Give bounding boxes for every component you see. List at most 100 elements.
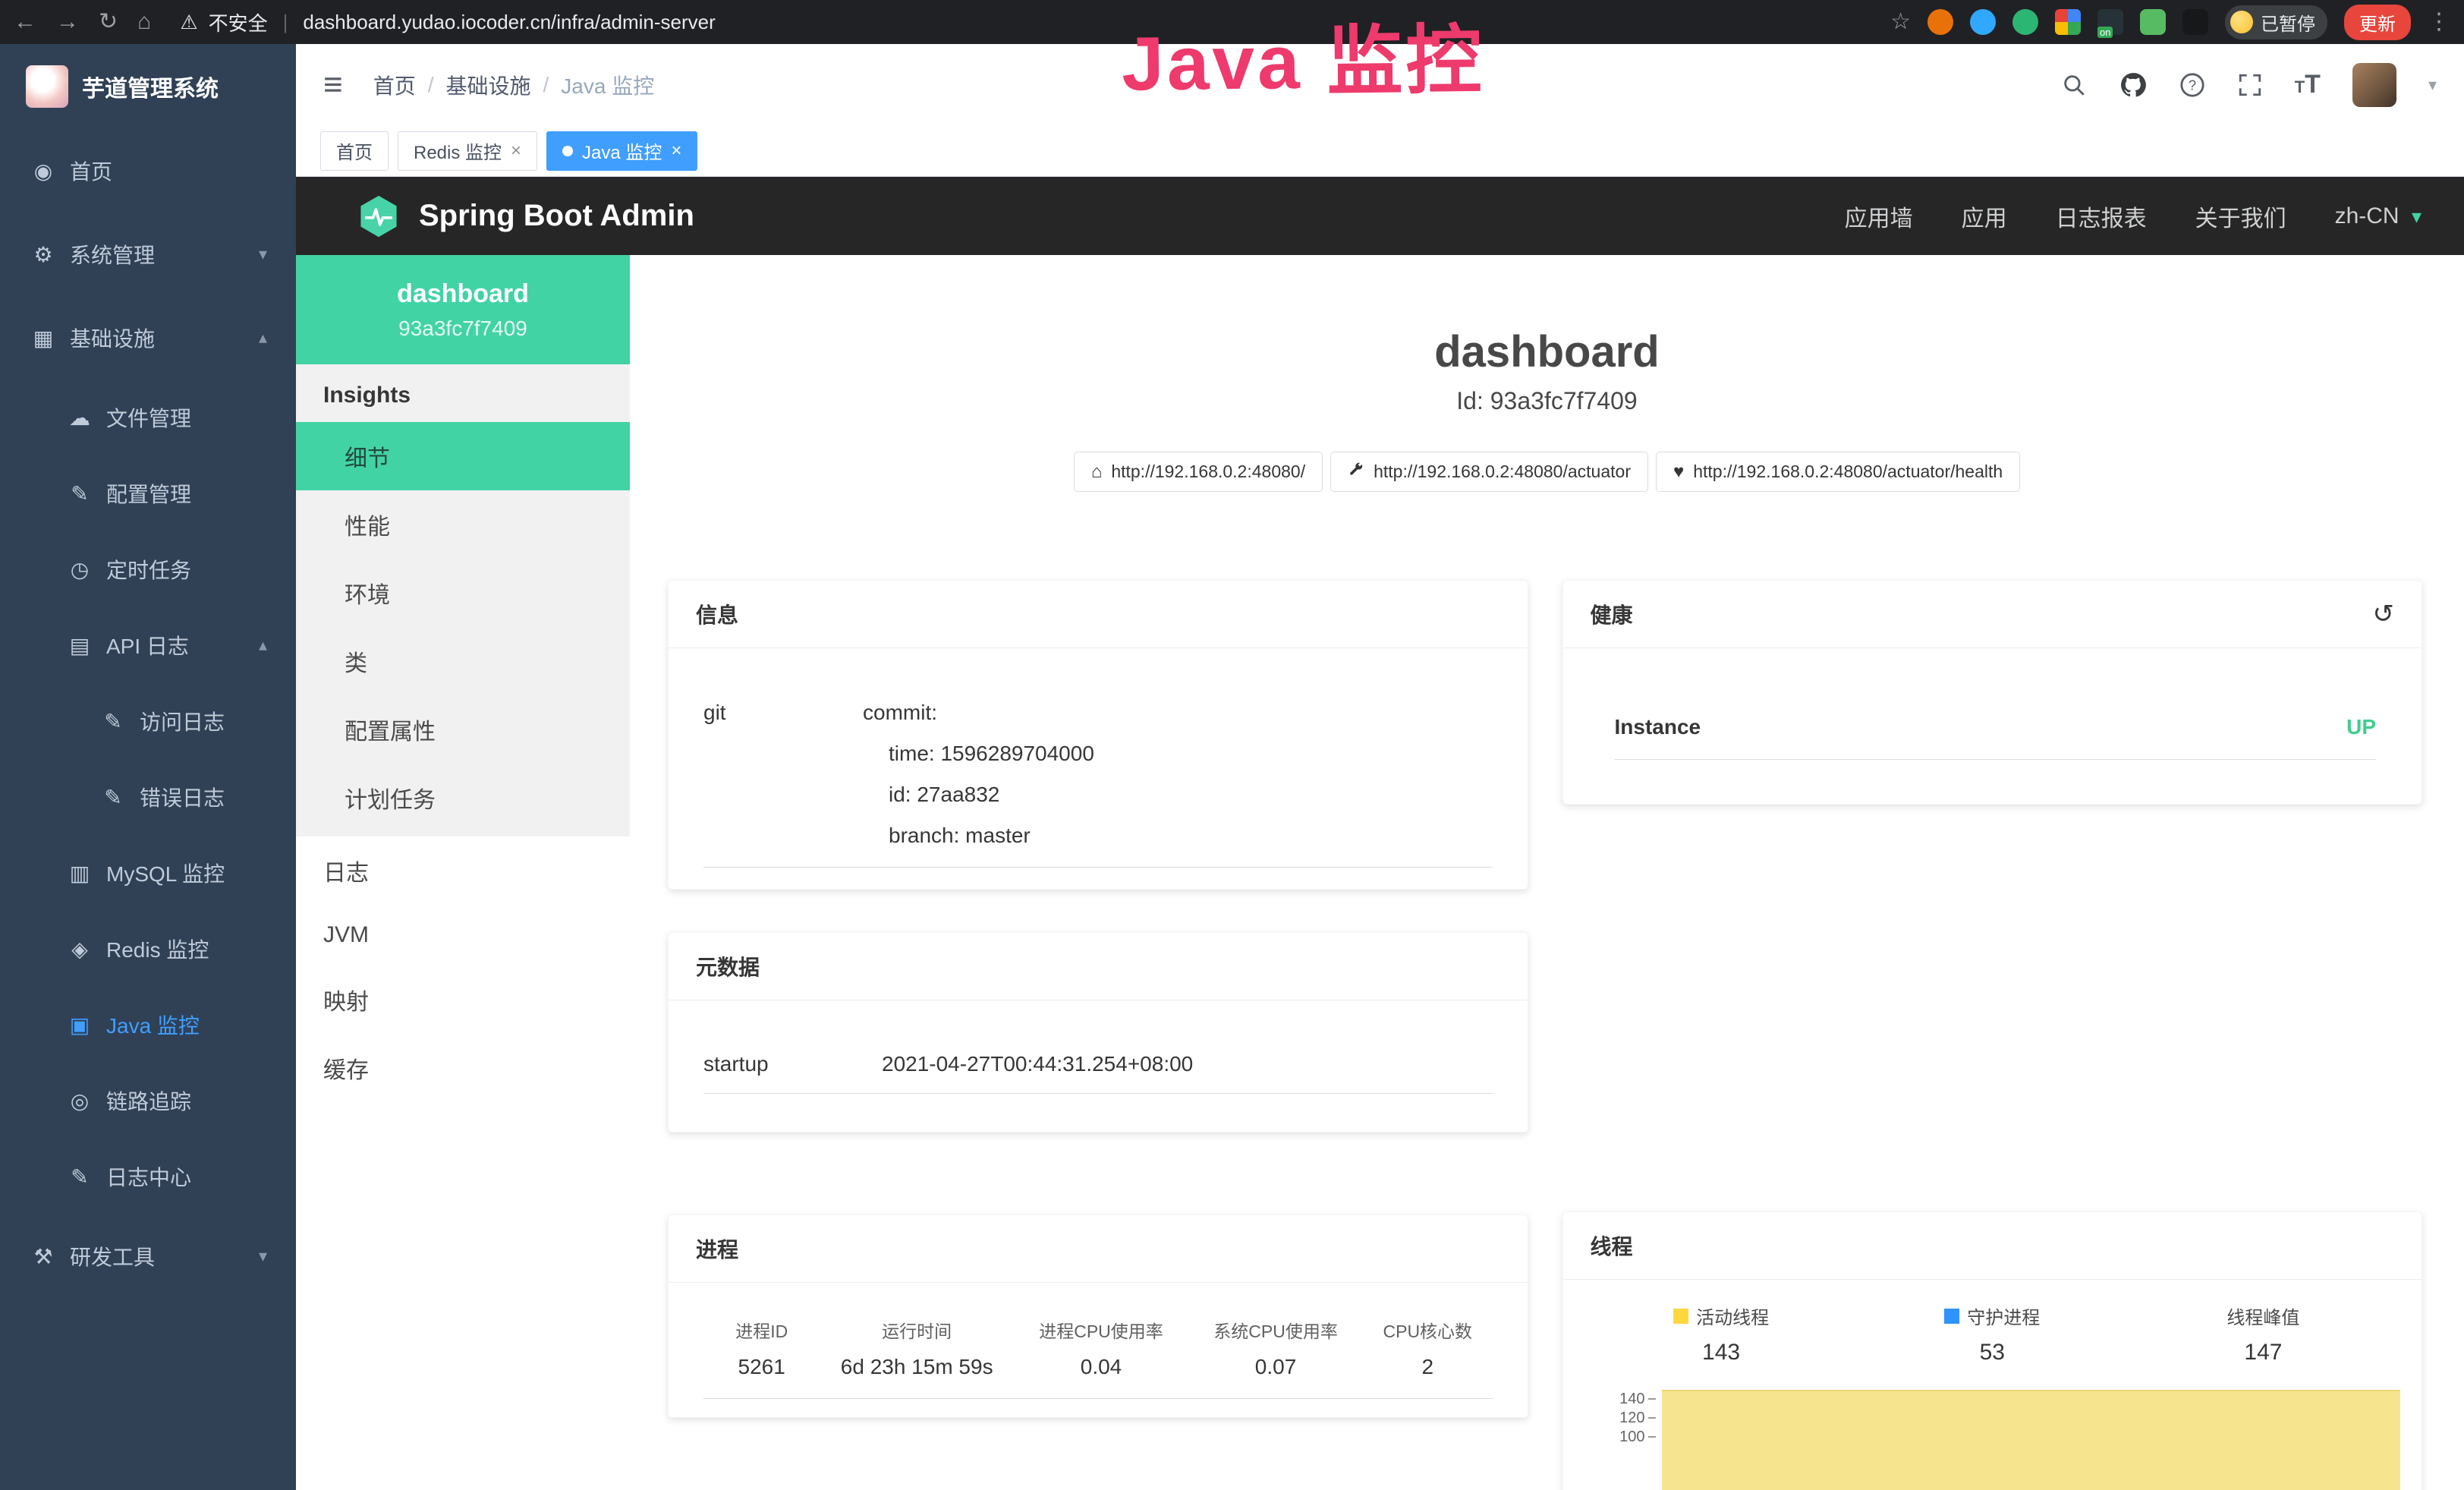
sidebar-item-tracing[interactable]: ◎ 链路追踪	[0, 1063, 296, 1139]
sidebar-item-scheduled-jobs[interactable]: ◷ 定时任务	[0, 531, 296, 607]
chevron-down-icon: ▾	[259, 1246, 267, 1266]
sidebar-item-access-logs[interactable]: ✎ 访问日志	[0, 683, 296, 759]
actuator-url-link[interactable]: http://192.168.0.2:48080/actuator	[1330, 452, 1648, 492]
sba-nav-about[interactable]: 关于我们	[2195, 200, 2286, 233]
security-label[interactable]: 不安全	[209, 8, 268, 36]
help-icon[interactable]: ?	[2179, 72, 2205, 98]
extension-icon-leaf[interactable]	[2140, 9, 2166, 35]
sba-item-metrics[interactable]: 性能	[296, 490, 630, 559]
reload-icon[interactable]: ↻	[99, 11, 118, 33]
sba-item-logs[interactable]: 日志	[296, 836, 630, 905]
threads-legend: 活动线程 143 守护进程	[1563, 1280, 2422, 1375]
url-text[interactable]: dashboard.yudao.iocoder.cn/infra/admin-s…	[303, 11, 715, 34]
extension-icon-grid[interactable]	[2055, 9, 2081, 35]
extension-icon-dark[interactable]	[2182, 9, 2208, 35]
sba-item-caches[interactable]: 缓存	[296, 1034, 630, 1102]
stat-value: 0.07	[1188, 1354, 1363, 1380]
stat-label: 系统CPU使用率	[1188, 1321, 1363, 1342]
sba-nav-applications[interactable]: 应用	[1962, 200, 2007, 233]
sidebar-item-label: 访问日志	[140, 706, 225, 736]
profile-paused-badge[interactable]: 已暂停	[2225, 5, 2327, 39]
service-url-link[interactable]: ⌂ http://192.168.0.2:48080/	[1074, 452, 1323, 492]
back-icon[interactable]: ←	[14, 11, 36, 33]
sidebar-item-java-monitor[interactable]: ▣ Java 监控	[0, 987, 296, 1063]
health-url-link[interactable]: ♥ http://192.168.0.2:48080/actuator/heal…	[1656, 452, 2020, 492]
sidebar-item-mysql-monitor[interactable]: ▥ MySQL 监控	[0, 835, 296, 911]
admin-sidebar: 芋道管理系统 ◉ 首页 ⚙ 系统管理 ▾ ▦ 基础设施 ▴ ☁ 文件管理 ✎	[0, 44, 296, 1490]
font-size-icon[interactable]: TT	[2295, 70, 2321, 99]
tools-icon: ⚒	[30, 1244, 56, 1269]
legend-label: 线程峰值	[2226, 1303, 2299, 1329]
hamburger-icon[interactable]: ≡	[323, 66, 343, 104]
stat-system-cpu: 系统CPU使用率 0.07	[1188, 1321, 1363, 1380]
sba-item-classes[interactable]: 类	[296, 627, 630, 695]
instance-header[interactable]: dashboard 93a3fc7f7409	[296, 255, 630, 364]
sidebar-item-infrastructure[interactable]: ▦ 基础设施 ▴	[0, 296, 296, 380]
legend-peak-threads: 线程峰值 147	[2128, 1303, 2399, 1366]
instance-id: 93a3fc7f7409	[398, 317, 527, 341]
extension-icon-orange[interactable]	[1927, 9, 1953, 35]
status-badge: UP	[2346, 715, 2376, 739]
app-logo[interactable]: 芋道管理系统	[0, 44, 296, 129]
sba-item-mappings[interactable]: 映射	[296, 966, 630, 1034]
avatar-chevron-down-icon[interactable]: ▾	[2428, 75, 2437, 95]
sba-nav: 应用墙 应用 日志报表 关于我们 zh-CN ▾	[1845, 200, 2422, 233]
sba-item-environment[interactable]: 环境	[296, 559, 630, 627]
browser-menu-dots-icon[interactable]: ⋮	[2428, 11, 2450, 33]
bookmark-star-icon[interactable]: ☆	[1890, 11, 1911, 33]
sidebar-item-system-mgmt[interactable]: ⚙ 系统管理 ▾	[0, 213, 296, 296]
breadcrumb-infra[interactable]: 基础设施	[445, 70, 530, 100]
fullscreen-icon[interactable]	[2237, 72, 2263, 98]
extension-icon-green[interactable]	[2012, 9, 2038, 35]
sidebar-item-log-center[interactable]: ✎ 日志中心	[0, 1139, 296, 1214]
instance-name: dashboard	[397, 279, 529, 309]
sba-nav-wallboard[interactable]: 应用墙	[1845, 200, 1913, 233]
user-avatar[interactable]	[2352, 63, 2396, 107]
info-value: commit: time: 1596289704000 id: 27aa832 …	[863, 692, 1094, 856]
search-icon[interactable]	[2061, 72, 2087, 98]
breadcrumb-home[interactable]: 首页	[373, 70, 416, 100]
sba-item-scheduled-tasks[interactable]: 计划任务	[296, 764, 630, 832]
github-icon[interactable]	[2119, 71, 2148, 99]
sidebar-item-api-logs[interactable]: ▤ API 日志 ▴	[0, 607, 296, 683]
address-bar[interactable]: ⚠ 不安全 | dashboard.yudao.iocoder.cn/infra…	[180, 8, 716, 36]
sidebar-item-error-logs[interactable]: ✎ 错误日志	[0, 759, 296, 835]
extension-icon-proxy[interactable]: on	[2097, 9, 2123, 35]
tab-java-monitor[interactable]: Java 监控 ×	[546, 131, 697, 171]
health-card: 健康 ↺ Instance UP	[1562, 580, 2423, 805]
sba-item-config-props[interactable]: 配置属性	[296, 695, 630, 764]
tab-redis-monitor[interactable]: Redis 监控 ×	[398, 131, 537, 171]
y-tick-140: 140	[1597, 1391, 1645, 1407]
sidebar-item-label: 定时任务	[106, 554, 191, 584]
stat-value: 6d 23h 15m 59s	[820, 1354, 1014, 1380]
metadata-key: startup	[703, 1049, 882, 1079]
sba-brand[interactable]: Spring Boot Admin	[357, 194, 694, 238]
browser-home-icon[interactable]: ⌂	[137, 11, 151, 33]
table-row: Instance UP	[1615, 715, 2377, 760]
update-button[interactable]: 更新	[2344, 5, 2411, 40]
sidebar-item-home[interactable]: ◉ 首页	[0, 129, 296, 213]
metadata-value: 2021-04-27T00:44:31.254+08:00	[882, 1049, 1193, 1079]
sba-item-jvm[interactable]: JVM	[296, 905, 630, 966]
process-stats: 进程ID 5261 运行时间 6d 23h 15m 59s 进程CPU使用率	[703, 1283, 1493, 1399]
sidebar-item-dev-tools[interactable]: ⚒ 研发工具 ▾	[0, 1214, 296, 1298]
sidebar-item-file-mgmt[interactable]: ☁ 文件管理	[0, 380, 296, 455]
history-icon[interactable]: ↺	[2373, 599, 2395, 629]
breadcrumb-current: Java 监控	[561, 70, 654, 100]
live-threads-area-series	[1662, 1390, 2401, 1490]
sidebar-item-config-mgmt[interactable]: ✎ 配置管理	[0, 455, 296, 531]
error-log-icon: ✎	[100, 785, 126, 810]
tab-label: 首页	[336, 137, 373, 164]
sba-item-details[interactable]: 细节	[296, 422, 630, 490]
instance-id-line: Id: 93a3fc7f7409	[630, 387, 2464, 415]
sba-language-select[interactable]: zh-CN ▾	[2335, 203, 2422, 229]
instance-links: ⌂ http://192.168.0.2:48080/ http://192.1…	[630, 452, 2464, 492]
sidebar-item-redis-monitor[interactable]: ◈ Redis 监控	[0, 911, 296, 987]
close-icon[interactable]: ×	[511, 140, 521, 162]
forward-icon[interactable]: →	[56, 11, 79, 33]
extension-icon-blue[interactable]	[1970, 9, 1996, 35]
sba-nav-journal[interactable]: 日志报表	[2056, 200, 2147, 233]
stat-label: 进程ID	[703, 1321, 820, 1342]
close-icon[interactable]: ×	[671, 140, 681, 162]
tab-home[interactable]: 首页	[320, 131, 389, 171]
